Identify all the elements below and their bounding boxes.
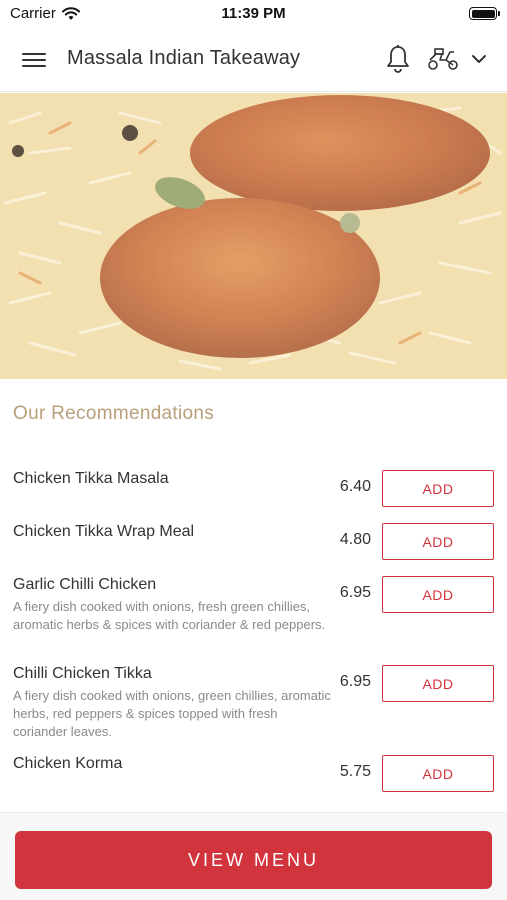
clock: 11:39 PM xyxy=(221,5,286,22)
item-name: Chicken Tikka Masala xyxy=(13,470,169,487)
item-price: 4.80 xyxy=(339,531,371,548)
add-button[interactable]: ADD xyxy=(382,470,494,507)
item-price: 6.95 xyxy=(339,673,371,690)
menu-icon[interactable] xyxy=(22,50,46,70)
bell-icon[interactable] xyxy=(385,44,411,74)
chevron-down-icon[interactable] xyxy=(470,50,488,68)
item-name: Chicken Korma xyxy=(13,755,123,772)
add-button[interactable]: ADD xyxy=(382,523,494,560)
add-button[interactable]: ADD xyxy=(382,755,494,792)
page-title: Massala Indian Takeaway xyxy=(67,47,301,69)
status-bar: Carrier 11:39 PM xyxy=(0,0,507,28)
biryani-illustration xyxy=(0,93,507,379)
item-price: 6.95 xyxy=(339,584,371,601)
add-button[interactable]: ADD xyxy=(382,576,494,613)
item-name: Garlic Chilli Chicken xyxy=(13,576,157,593)
view-menu-button[interactable]: VIEW MENU xyxy=(15,831,492,889)
item-price: 6.40 xyxy=(339,478,371,495)
recommendations-title: Our Recommendations xyxy=(13,403,215,424)
hero-food-image xyxy=(0,93,507,379)
scooter-icon[interactable] xyxy=(426,46,460,72)
add-button[interactable]: ADD xyxy=(382,665,494,702)
item-description: A fiery dish cooked with onions, green c… xyxy=(13,688,331,739)
item-name: Chicken Tikka Wrap Meal xyxy=(13,523,195,540)
item-name: Chilli Chicken Tikka xyxy=(13,665,152,682)
battery-icon xyxy=(469,7,500,20)
item-price: 5.75 xyxy=(339,763,371,780)
header: Massala Indian Takeaway xyxy=(0,28,507,92)
item-description: A fiery dish cooked with onions, fresh g… xyxy=(13,599,326,632)
